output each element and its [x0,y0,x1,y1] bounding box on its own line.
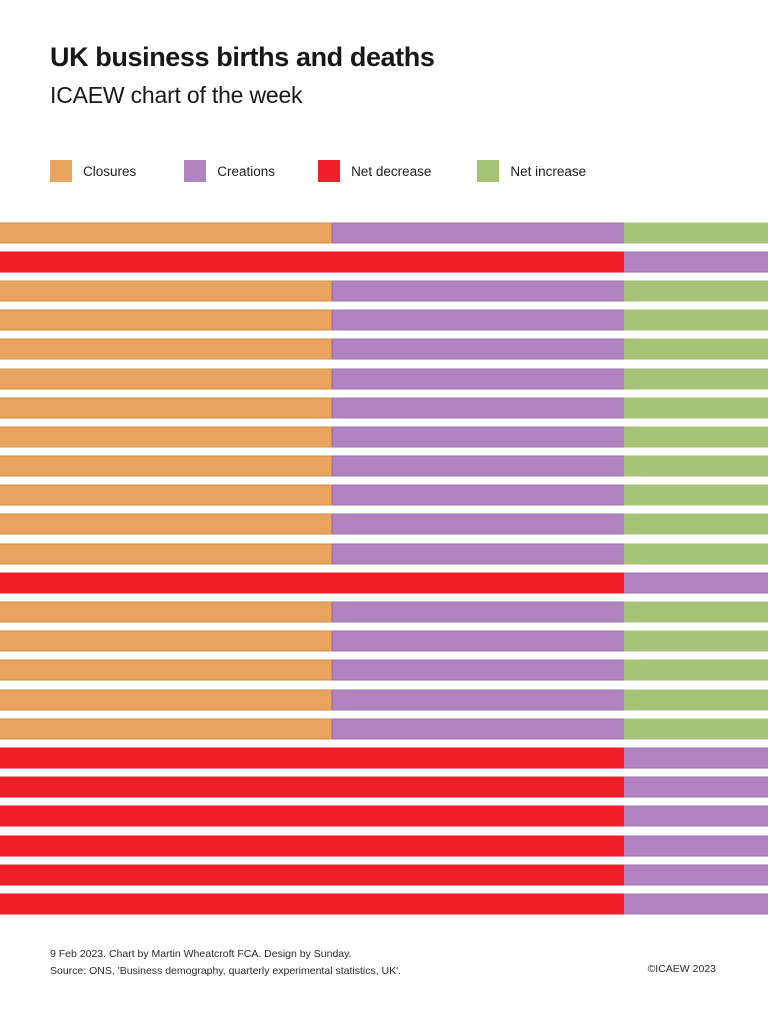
chart-legend: Closures Creations Net decrease Net increas… [50,160,586,182]
net-increase-bar[interactable] [624,397,768,419]
closures-bar[interactable]: -65,660 [0,397,332,419]
chart-row: Q2 2019-91,410+95,675+4,265 [0,481,768,510]
closures-bar[interactable]: -72,665 [0,601,332,623]
net-increase-bar[interactable] [624,309,768,331]
chart-row: Q3 2017-82,555+86,380+3,825 [0,276,768,305]
legend-item[interactable]: Closures [50,160,136,182]
chart-row: Q4 2019-67,990+77,970+9,980 [0,539,768,568]
closures-bar[interactable]: -60,415 [0,630,332,652]
closures-bar[interactable]: -78,950 [0,222,332,244]
net-increase-bar[interactable] [624,368,768,390]
chart-row: Q1 2017-78,950+97,340+18,390 [0,218,768,247]
legend-label: Closures [83,163,137,179]
chart-row: Q3 2020-60,415+76,585+16,170 [0,627,768,656]
net-increase-bar[interactable] [624,718,768,740]
chart-plot-area: Q1 2017-78,950+97,340+18,390Q2 2017-96,3… [0,218,768,919]
chart-row: Q3 2018-65,660+79,410+13,750 [0,393,768,422]
closures-bar[interactable]: -72,375 [0,426,332,448]
footer-copyright: ©ICAEW 2023 [647,963,716,975]
chart-row: Q1 2022-110,515+98,730-11,785 [0,802,768,831]
closures-bar[interactable]: -88,515 [0,718,332,740]
legend-label: Net increase [510,163,587,179]
chart-row: Q3 2021-83,235+81,165-2,070 [0,743,768,772]
chart-row: Q4 2022-82,390+69,445-12,945 [0,889,768,918]
closures-bar[interactable]: -67,655 [0,309,332,331]
closures-bar[interactable]: -86,775 [0,338,332,360]
legend-item[interactable]: Net decrease [318,160,431,182]
chart-row: Q4 2017-67,655+73,975+6,320 [0,306,768,335]
chart-row: Q2 2018-80,550+95,715+15,165 [0,364,768,393]
chart-row: Q1 2018-86,775+88,295+1,520 [0,335,768,364]
chart-row: Q1 2021-86,600+101,845+15,245 [0,685,768,714]
net-decrease-bar[interactable] [0,893,624,915]
page-subtitle: ICAEW chart of the week [50,82,303,108]
closures-bar[interactable]: -67,990 [0,543,332,565]
net-increase-bar[interactable] [624,630,768,652]
legend-label: Creations [217,163,276,179]
chart-row: Q2 2021-88,515+91,400+2,885 [0,714,768,743]
legend-swatch [318,160,341,182]
net-decrease-bar[interactable] [0,835,624,857]
chart-page: UK business births and deaths ICAEW char… [0,0,768,1024]
legend-swatch [477,160,500,182]
net-decrease-bar[interactable] [0,747,624,769]
chart-row: Q3 2019-74,440+84,970+10,530 [0,510,768,539]
net-increase-bar[interactable] [624,280,768,302]
net-increase-bar[interactable] [624,513,768,535]
chart-row: Q4 2021-87,040+79,870-7,170 [0,773,768,802]
net-increase-bar[interactable] [624,543,768,565]
net-increase-bar[interactable] [624,426,768,448]
footer-line-2: Source: ONS, 'Business demography, quart… [50,965,402,977]
chart-row: Q2 2017-96,390+80,930-15,460 [0,247,768,276]
closures-bar[interactable]: -91,410 [0,484,332,506]
chart-row: Q4 2020-78,965+82,080+3,115 [0,656,768,685]
closures-bar[interactable]: -82,555 [0,280,332,302]
net-increase-bar[interactable] [624,689,768,711]
closures-bar[interactable]: -74,440 [0,513,332,535]
net-increase-bar[interactable] [624,338,768,360]
footer-credits: 9 Feb 2023. Chart by Martin Wheatcroft F… [50,946,401,980]
closures-bar[interactable]: -77,990 [0,455,332,477]
net-increase-bar[interactable] [624,455,768,477]
closures-bar[interactable]: -80,550 [0,368,332,390]
chart-row: Q2 2022-95,155+89,225-5,930 [0,831,768,860]
legend-item[interactable]: Net increase [477,160,586,182]
net-increase-bar[interactable] [624,659,768,681]
net-decrease-bar[interactable] [0,572,624,594]
net-decrease-bar[interactable] [0,776,624,798]
net-decrease-bar[interactable] [0,864,624,886]
chart-row: Q4 2018-72,375+76,730+4,355 [0,422,768,451]
legend-swatch [184,160,207,182]
net-decrease-bar[interactable] [0,251,624,273]
footer-line-1: 9 Feb 2023. Chart by Martin Wheatcroft F… [50,948,352,960]
net-increase-bar[interactable] [624,222,768,244]
net-increase-bar[interactable] [624,601,768,623]
page-title: UK business births and deaths [50,42,435,72]
legend-item[interactable]: Creations [184,160,275,182]
legend-swatch [50,160,72,182]
chart-row: Q1 2020-96,660+89,910-6,750 [0,568,768,597]
legend-label: Net decrease [351,163,432,179]
chart-row: Q2 2020-72,665+73,415+750 [0,597,768,626]
net-increase-bar[interactable] [624,484,768,506]
closures-bar[interactable]: -78,965 [0,659,332,681]
closures-bar[interactable]: -86,600 [0,689,332,711]
net-decrease-bar[interactable] [0,805,624,827]
chart-row: Q1 2019-77,990+97,110+19,120 [0,452,768,481]
chart-row: Q3 2022-79,305+67,390-11,915 [0,860,768,889]
